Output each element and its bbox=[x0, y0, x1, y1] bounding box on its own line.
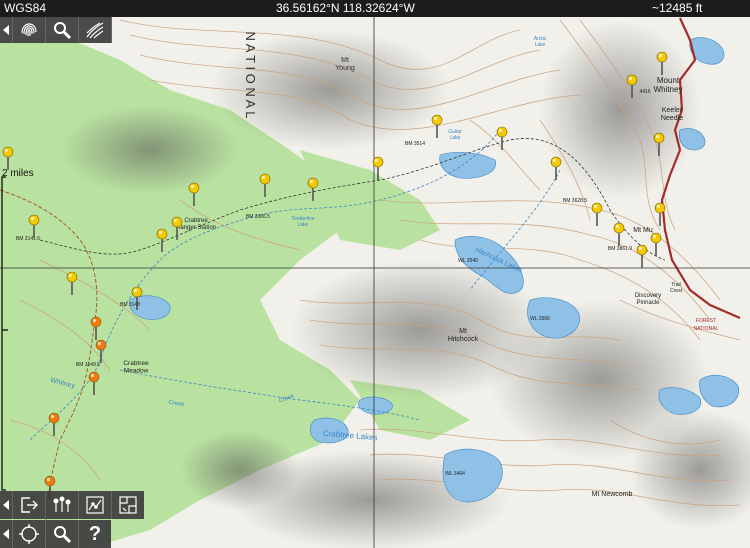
status-bar: WGS84 36.56162°N 118.32624°W ~12485 ft bbox=[0, 0, 750, 17]
coordinates-readout: 36.56162°N 118.32624°W bbox=[276, 1, 415, 15]
help-button[interactable]: ? bbox=[79, 520, 111, 548]
help-icon: ? bbox=[88, 522, 102, 545]
map-label-mt-4416: 4416 bbox=[639, 89, 650, 95]
top-toolbar bbox=[0, 17, 112, 43]
export-button[interactable] bbox=[13, 491, 46, 519]
map-label-bm-3149: BM 3149.5 bbox=[76, 362, 100, 368]
chevron-left-icon bbox=[3, 500, 9, 510]
fingerprint-icon bbox=[21, 23, 37, 37]
map-label-national: N A T I O N A L bbox=[243, 32, 258, 119]
contours-button[interactable] bbox=[79, 17, 112, 43]
collapse-bottom-toolbar-button[interactable] bbox=[0, 491, 13, 519]
search-button[interactable] bbox=[46, 17, 79, 43]
search-icon bbox=[54, 526, 72, 544]
map-label-trail-crest: Trail Crest bbox=[670, 282, 683, 294]
map-label-national-2: NATIONAL bbox=[694, 326, 719, 332]
waypoints-button[interactable] bbox=[46, 491, 79, 519]
map-label-bm-3628: BM 3628.5 bbox=[563, 198, 587, 204]
map-label-arctic-lake: Arctic Lake bbox=[534, 36, 547, 48]
map-label-bm-3514: BM 3514 bbox=[405, 141, 425, 147]
topographic-map[interactable]: Mt YoungMount WhitneyKeeler NeedleCrabtree R… bbox=[0, 0, 750, 548]
bottom-toolbar-row-2: ? bbox=[0, 520, 111, 548]
bottom-toolbar-row-1 bbox=[0, 491, 144, 519]
chevron-left-icon bbox=[3, 25, 9, 35]
map-label-bm-3306: BM 3306.5 bbox=[246, 214, 270, 220]
map-label-mt-mu: Mt Mu bbox=[633, 227, 653, 234]
gps-locate-button[interactable] bbox=[13, 520, 46, 548]
scale-label: 2 miles bbox=[2, 168, 34, 179]
elevation-readout: ~12485 ft bbox=[652, 1, 703, 15]
search-map-button[interactable] bbox=[46, 520, 79, 548]
map-layers-button[interactable] bbox=[112, 491, 144, 519]
map-label-bm-3141: BM 3141.6 bbox=[16, 236, 40, 242]
map-label-mount-whitney: Mount Whitney bbox=[654, 76, 683, 94]
map-label-crabtree-meadow: Crabtree Meadow bbox=[123, 360, 149, 375]
map-label-keeler-needle: Keeler Needle bbox=[661, 107, 683, 122]
gps-locate-icon bbox=[19, 524, 39, 544]
collapse-bottom-toolbar-2-button[interactable] bbox=[0, 520, 13, 548]
track-edit-icon bbox=[86, 496, 104, 514]
map-label-discovery-pinnacle: Discovery Pinnacle bbox=[635, 293, 661, 306]
map-label-wl-3566: WL 3566 bbox=[530, 316, 550, 322]
fingerprint-button[interactable] bbox=[13, 17, 46, 43]
map-layers-icon bbox=[119, 496, 137, 514]
map-label-bm-3861: BM 3861.9 bbox=[608, 246, 632, 252]
collapse-toolbar-button[interactable] bbox=[0, 17, 13, 43]
chevron-left-icon bbox=[3, 529, 9, 539]
search-magnifier-icon bbox=[54, 22, 72, 40]
export-icon bbox=[21, 497, 38, 513]
map-label-forest: FOREST bbox=[696, 318, 716, 324]
map-label-wl-3540: WL 3540 bbox=[458, 258, 478, 264]
waypoints-icon bbox=[53, 496, 71, 512]
map-label-mt-newcomb: Mt Newcomb bbox=[592, 491, 633, 498]
map-label-guitar-lake: Guitar Lake bbox=[448, 129, 462, 141]
map-label-wl-3464: WL 3464 bbox=[445, 471, 465, 477]
contour-lines-icon bbox=[86, 22, 104, 39]
track-edit-button[interactable] bbox=[79, 491, 112, 519]
datum-label: WGS84 bbox=[4, 1, 47, 15]
